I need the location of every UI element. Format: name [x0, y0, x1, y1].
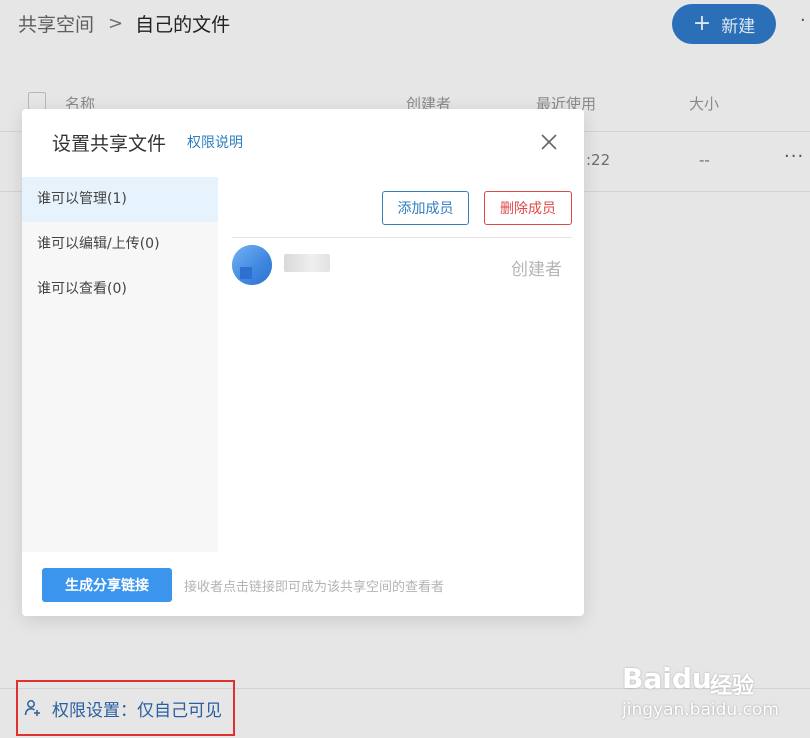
column-size[interactable]: 大小: [689, 93, 719, 114]
breadcrumb-current: 自己的文件: [135, 14, 231, 36]
member-name-blurred: [284, 254, 330, 272]
remove-member-button[interactable]: 删除成员: [484, 191, 572, 225]
permission-help-link[interactable]: 权限说明: [187, 132, 243, 152]
dialog-title: 设置共享文件: [52, 133, 167, 155]
row-size: --: [699, 151, 710, 169]
member-role: 创建者: [511, 260, 562, 280]
row-more-icon[interactable]: ···: [784, 146, 804, 167]
more-icon[interactable]: ·: [800, 10, 806, 31]
permission-setting-label: 权限设置：仅自己可见: [52, 700, 222, 721]
list-item[interactable]: 创建者: [232, 245, 572, 287]
sidebar-item-view[interactable]: 谁可以查看(0): [22, 267, 218, 312]
breadcrumb-root[interactable]: 共享空间: [18, 10, 94, 37]
breadcrumb: 共享空间 > 自己的文件: [18, 10, 230, 37]
breadcrumb-separator: >: [108, 13, 124, 34]
close-icon[interactable]: [540, 133, 558, 151]
share-hint-text: 接收者点击链接即可成为该共享空间的查看者: [184, 580, 445, 595]
row-recent-time: :22: [586, 151, 611, 169]
permission-setting[interactable]: 权限设置：仅自己可见: [16, 680, 235, 736]
page: 共享空间 > 自己的文件 + 新建 · 名称 创建者 最近使用 大小 :22 -…: [0, 0, 810, 738]
permission-sidebar: 谁可以管理(1) 谁可以编辑/上传(0) 谁可以查看(0): [22, 177, 218, 552]
plus-icon: +: [692, 11, 712, 36]
share-settings-dialog: 设置共享文件 权限说明 谁可以管理(1) 谁可以编辑/上传(0) 谁可以查看(0…: [22, 109, 584, 616]
avatar: [232, 245, 272, 285]
new-button-label: 新建: [721, 16, 756, 37]
watermark-logo: Baidu: [622, 662, 712, 695]
new-button[interactable]: + 新建: [672, 4, 776, 44]
watermark-url: jingyan.baidu.com: [622, 700, 779, 720]
select-all-checkbox[interactable]: [28, 92, 46, 110]
watermark-cn: 经验: [710, 674, 755, 699]
member-divider: [232, 237, 572, 238]
sidebar-item-edit-upload[interactable]: 谁可以编辑/上传(0): [22, 222, 218, 267]
generate-share-link-button[interactable]: 生成分享链接: [42, 568, 172, 602]
add-member-button[interactable]: 添加成员: [382, 191, 469, 225]
sidebar-item-manage[interactable]: 谁可以管理(1): [22, 177, 218, 222]
baidu-watermark: Baidu 经验 jingyan.baidu.com: [620, 652, 800, 732]
user-setting-icon: [24, 700, 40, 716]
member-panel: 添加成员 删除成员 创建者: [218, 177, 584, 552]
